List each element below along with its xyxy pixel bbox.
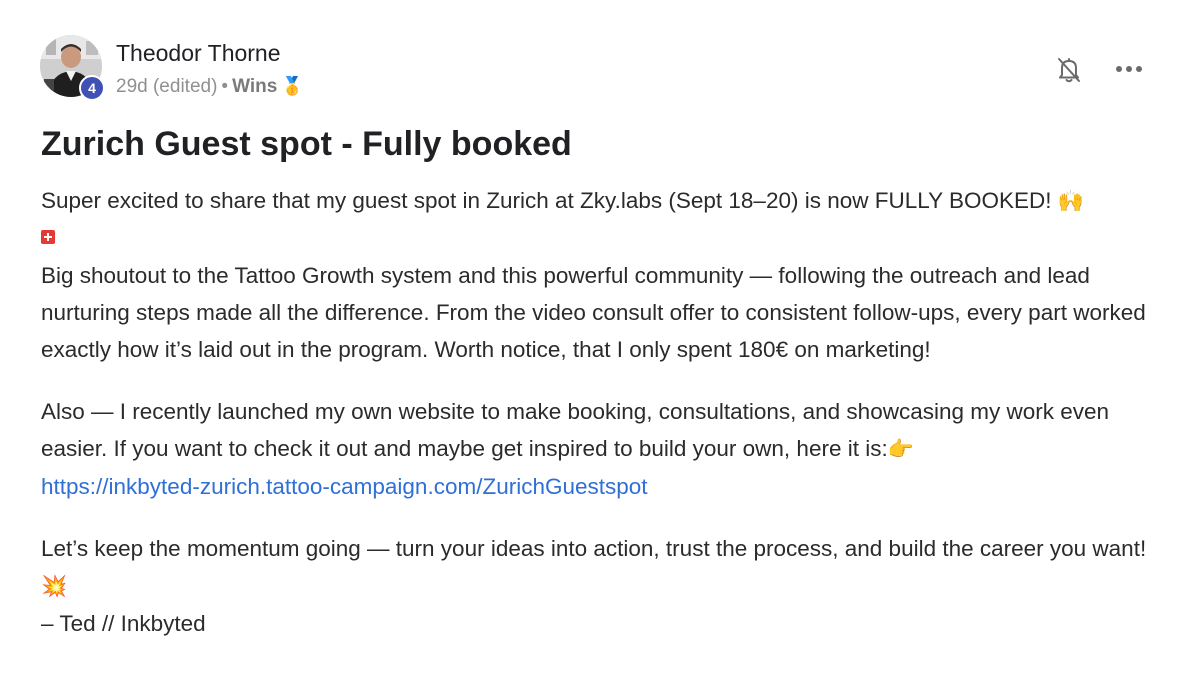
more-options-button[interactable] (1111, 54, 1147, 84)
paragraph-4: Let’s keep the momentum going — turn you… (41, 530, 1166, 642)
author-name[interactable]: Theodor Thorne (116, 39, 281, 67)
post-body: Super excited to share that my guest spo… (41, 182, 1166, 642)
level-badge: 4 (79, 75, 105, 101)
website-link[interactable]: https://inkbyted-zurich.tattoo-campaign.… (41, 474, 648, 499)
notification-toggle-button[interactable] (1053, 54, 1085, 86)
pointing-right-icon: 👉 (887, 438, 914, 461)
paragraph-2-text: Big shoutout to the Tattoo Growth system… (41, 263, 1146, 362)
raised-hands-icon: 🙌 (1057, 190, 1084, 213)
meta-separator: • (221, 76, 229, 97)
author-avatar-group[interactable]: 4 (40, 35, 105, 101)
more-horizontal-icon (1116, 66, 1142, 72)
category-label[interactable]: Wins (232, 76, 277, 97)
paragraph-3: Also — I recently launched my own websit… (41, 393, 1166, 505)
post-card: 4 Theodor Thorne 29d (edited) • Wins 🥇 Zuri… (0, 0, 1200, 692)
collision-icon: 💥 (41, 575, 68, 598)
paragraph-3-text: Also — I recently launched my own websit… (41, 399, 1110, 461)
medal-icon: 🥇 (281, 76, 304, 96)
post-timestamp: 29d (edited) (116, 76, 218, 97)
paragraph-1: Super excited to share that my guest spo… (41, 182, 1166, 368)
paragraph-1-text: Super excited to share that my guest spo… (41, 188, 1052, 213)
swiss-flag-icon (41, 230, 55, 244)
post-meta: 29d (edited) • Wins 🥇 (116, 73, 304, 100)
post-title: Zurich Guest spot - Fully booked (41, 125, 572, 163)
paragraph-4-text: Let’s keep the momentum going — turn you… (41, 536, 1147, 561)
signature: – Ted // Inkbyted (41, 611, 206, 636)
bell-slash-icon (1058, 58, 1080, 83)
